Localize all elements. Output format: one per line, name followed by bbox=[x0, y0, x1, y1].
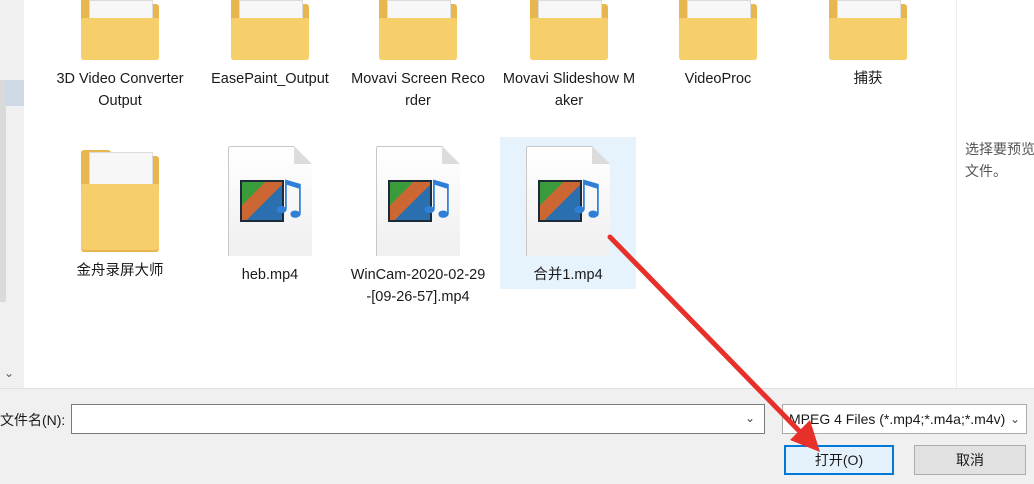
preview-message: 选择要预览的文件。 bbox=[965, 141, 1034, 179]
file-item[interactable]: VideoProc bbox=[650, 0, 786, 90]
filename-input[interactable] bbox=[71, 404, 765, 434]
folder-icon bbox=[81, 0, 159, 60]
folder-icon bbox=[231, 0, 309, 60]
file-item[interactable]: EasePaint_Output bbox=[202, 0, 338, 90]
file-label: 合并1.mp4 bbox=[533, 267, 603, 283]
dialog-footer: 文件名(N): ⌄ MPEG 4 Files (*.mp4;*.m4a;*.m4… bbox=[0, 388, 1034, 484]
file-list: 3D Video Converter Output EasePaint_Outp… bbox=[24, 0, 956, 388]
mp4-file-icon: ♫ bbox=[526, 146, 610, 256]
navigation-pane-scrollbar[interactable]: ⌄ bbox=[0, 0, 25, 388]
folder-icon bbox=[679, 0, 757, 60]
file-item[interactable]: ♫ WinCam-2020-02-29-[09-26-57].mp4 bbox=[350, 146, 486, 308]
file-label: EasePaint_Output bbox=[211, 71, 329, 87]
file-type-value: MPEG 4 Files (*.mp4;*.m4a;*.m4v) bbox=[789, 411, 1006, 427]
file-item[interactable]: Movavi Slideshow Maker bbox=[501, 0, 637, 112]
file-label: WinCam-2020-02-29-[09-26-57].mp4 bbox=[350, 267, 486, 305]
file-label: heb.mp4 bbox=[241, 267, 299, 283]
file-label: Movavi Screen Recorder bbox=[351, 71, 485, 109]
file-label: VideoProc bbox=[684, 71, 752, 87]
mp4-file-icon: ♫ bbox=[376, 146, 460, 256]
folder-icon bbox=[530, 0, 608, 60]
file-item[interactable]: 捕获 bbox=[800, 0, 936, 90]
file-label: 金舟录屏大师 bbox=[76, 263, 164, 279]
file-item-selected[interactable]: ♫ 合并1.mp4 bbox=[500, 137, 636, 289]
folder-icon bbox=[81, 150, 159, 252]
file-label: Movavi Slideshow Maker bbox=[502, 71, 636, 109]
cancel-button[interactable]: 取消 bbox=[914, 445, 1026, 475]
mp4-file-icon: ♫ bbox=[228, 146, 312, 256]
scroll-down-icon[interactable]: ⌄ bbox=[4, 366, 14, 380]
chevron-down-icon[interactable]: ⌄ bbox=[1010, 405, 1020, 433]
file-label: 捕获 bbox=[853, 71, 883, 87]
preview-pane: 选择要预览的文件。 bbox=[956, 0, 1034, 388]
file-item[interactable]: 金舟录屏大师 bbox=[52, 150, 188, 282]
file-item[interactable]: ♫ heb.mp4 bbox=[202, 146, 338, 286]
open-button[interactable]: 打开(O) bbox=[784, 445, 894, 475]
file-item[interactable]: 3D Video Converter Output bbox=[52, 0, 188, 112]
nav-scroll-thumb[interactable] bbox=[0, 80, 6, 302]
file-item[interactable]: Movavi Screen Recorder bbox=[350, 0, 486, 112]
filename-dropdown-icon[interactable]: ⌄ bbox=[745, 411, 755, 425]
filename-label: 文件名(N): bbox=[0, 412, 66, 428]
folder-icon bbox=[379, 0, 457, 60]
folder-icon bbox=[829, 0, 907, 60]
file-type-filter[interactable]: MPEG 4 Files (*.mp4;*.m4a;*.m4v) ⌄ bbox=[782, 404, 1027, 434]
file-label: 3D Video Converter Output bbox=[56, 71, 184, 109]
